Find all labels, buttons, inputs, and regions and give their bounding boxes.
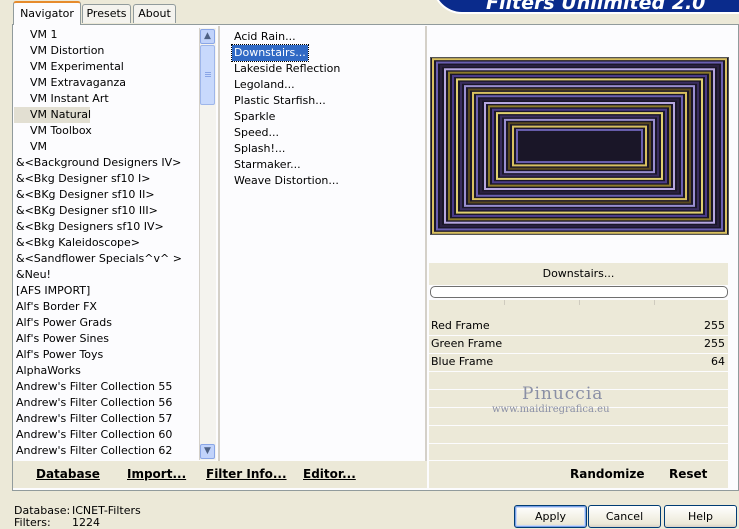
- tab-about[interactable]: About: [133, 4, 176, 23]
- category-list[interactable]: VM 1 VM Distortion VM Experimental VM Extra…: [14, 27, 200, 457]
- brand-banner: Filters Unlimited 2.0: [432, 0, 739, 14]
- filter-item[interactable]: Downstairs...: [231, 44, 309, 62]
- param-label: Blue Frame: [431, 355, 494, 368]
- filter-item[interactable]: Sparkle: [232, 109, 277, 125]
- filter-item[interactable]: Acid Rain...: [232, 29, 298, 45]
- preview-image: [430, 57, 729, 235]
- param-empty[interactable]: [429, 425, 728, 444]
- scroll-up-button[interactable]: ▲: [200, 29, 215, 44]
- category-item[interactable]: Alf's Power Grads: [14, 315, 200, 331]
- category-item[interactable]: AlphaWorks: [14, 363, 200, 379]
- preview-frame: [512, 125, 647, 167]
- database-button[interactable]: Database: [36, 467, 100, 481]
- filter-item[interactable]: Weave Distortion...: [232, 173, 341, 189]
- category-item[interactable]: VM Instant Art: [14, 91, 200, 107]
- watermark-url: www.maidiregrafica.eu: [492, 404, 610, 415]
- import-button[interactable]: Import...: [127, 467, 186, 481]
- progress-bar: [430, 286, 728, 298]
- filter-list[interactable]: Acid Rain... Downstairs... Lakeside Reflec…: [231, 29, 422, 189]
- category-item[interactable]: &<Bkg Designers sf10 IV>: [14, 219, 200, 235]
- category-item[interactable]: Andrew's Filter Collection 57: [14, 411, 200, 427]
- category-scrollbar[interactable]: ▲ ▼: [199, 28, 216, 460]
- scroll-down-button[interactable]: ▼: [200, 444, 215, 459]
- category-item[interactable]: &<Background Designers IV>: [14, 155, 200, 171]
- filter-item[interactable]: Legoland...: [232, 77, 297, 93]
- category-item[interactable]: &<Bkg Designer sf10 I>: [14, 171, 200, 187]
- preview-frame: [464, 85, 695, 207]
- preview-frame: [516, 128, 643, 164]
- watermark-name: Pinuccia: [522, 384, 604, 404]
- divider: [425, 26, 427, 462]
- category-item[interactable]: Andrew's Filter Collection 56: [14, 395, 200, 411]
- category-item[interactable]: VM Extravaganza: [14, 75, 200, 91]
- parameter-panel: Red Frame 255 Green Frame 255 Blue Frame…: [429, 300, 728, 462]
- category-item[interactable]: VM Natural: [14, 107, 91, 123]
- tick: [504, 300, 505, 305]
- category-item[interactable]: &<Sandflower Specials^v^ >: [14, 251, 200, 267]
- param-red-frame[interactable]: Red Frame 255: [429, 317, 728, 336]
- param-value: 255: [704, 337, 725, 350]
- filter-item[interactable]: Starmaker...: [232, 157, 303, 173]
- category-item[interactable]: &Neu!: [14, 267, 200, 283]
- preview-frame: [476, 95, 683, 197]
- param-label: Green Frame: [431, 337, 503, 350]
- category-item[interactable]: VM: [14, 139, 200, 155]
- editor-button[interactable]: Editor...: [303, 467, 356, 481]
- category-item[interactable]: Andrew's Filter Collection 55: [14, 379, 200, 395]
- category-item[interactable]: Andrew's Filter Collection 62: [14, 443, 200, 457]
- param-label: Red Frame: [431, 319, 490, 332]
- preview-canvas: [432, 58, 727, 234]
- preview-frame: [500, 115, 659, 177]
- category-item[interactable]: &<Bkg Kaleidoscope>: [14, 235, 200, 251]
- filter-item[interactable]: Plastic Starfish...: [232, 93, 328, 109]
- param-value: 64: [711, 355, 725, 368]
- filter-item[interactable]: Lakeside Reflection: [232, 61, 342, 77]
- category-item[interactable]: VM Toolbox: [14, 123, 200, 139]
- status-value: 1224: [72, 516, 100, 529]
- randomize-button[interactable]: Randomize: [570, 467, 644, 481]
- category-item[interactable]: VM 1: [14, 27, 200, 43]
- status-label: Filters:: [14, 516, 51, 529]
- filter-item[interactable]: Speed...: [232, 125, 281, 141]
- category-item[interactable]: VM Experimental: [14, 59, 200, 75]
- param-green-frame[interactable]: Green Frame 255: [429, 335, 728, 354]
- param-blue-frame[interactable]: Blue Frame 64: [429, 353, 728, 372]
- filter-info-button[interactable]: Filter Info...: [206, 467, 287, 481]
- filter-item[interactable]: Splash!...: [232, 141, 287, 157]
- param-empty[interactable]: [429, 443, 728, 462]
- category-item[interactable]: &<BKg Designer sf10 III>: [14, 203, 200, 219]
- category-item[interactable]: Alf's Power Sines: [14, 331, 200, 347]
- category-item[interactable]: &<BKg Designer sf10 II>: [14, 187, 200, 203]
- reset-button[interactable]: Reset: [669, 467, 707, 481]
- preview-frame: [436, 61, 723, 231]
- category-item[interactable]: Alf's Border FX: [14, 299, 200, 315]
- divider: [218, 26, 220, 462]
- category-item[interactable]: VM Distortion: [14, 43, 200, 59]
- tab-navigator[interactable]: Navigator: [13, 1, 81, 25]
- tick: [579, 300, 580, 305]
- category-item[interactable]: Andrew's Filter Collection 60: [14, 427, 200, 443]
- preview-filter-name: Downstairs...: [429, 263, 728, 285]
- category-item[interactable]: [AFS IMPORT]: [14, 283, 200, 299]
- param-value: 255: [704, 319, 725, 332]
- scroll-thumb[interactable]: [200, 45, 215, 105]
- tab-presets[interactable]: Presets: [82, 4, 131, 23]
- tick: [654, 300, 655, 305]
- status-filters: Filters: 1224: [14, 516, 100, 529]
- preview-frame: [504, 118, 655, 174]
- category-item[interactable]: Alf's Power Toys: [14, 347, 200, 363]
